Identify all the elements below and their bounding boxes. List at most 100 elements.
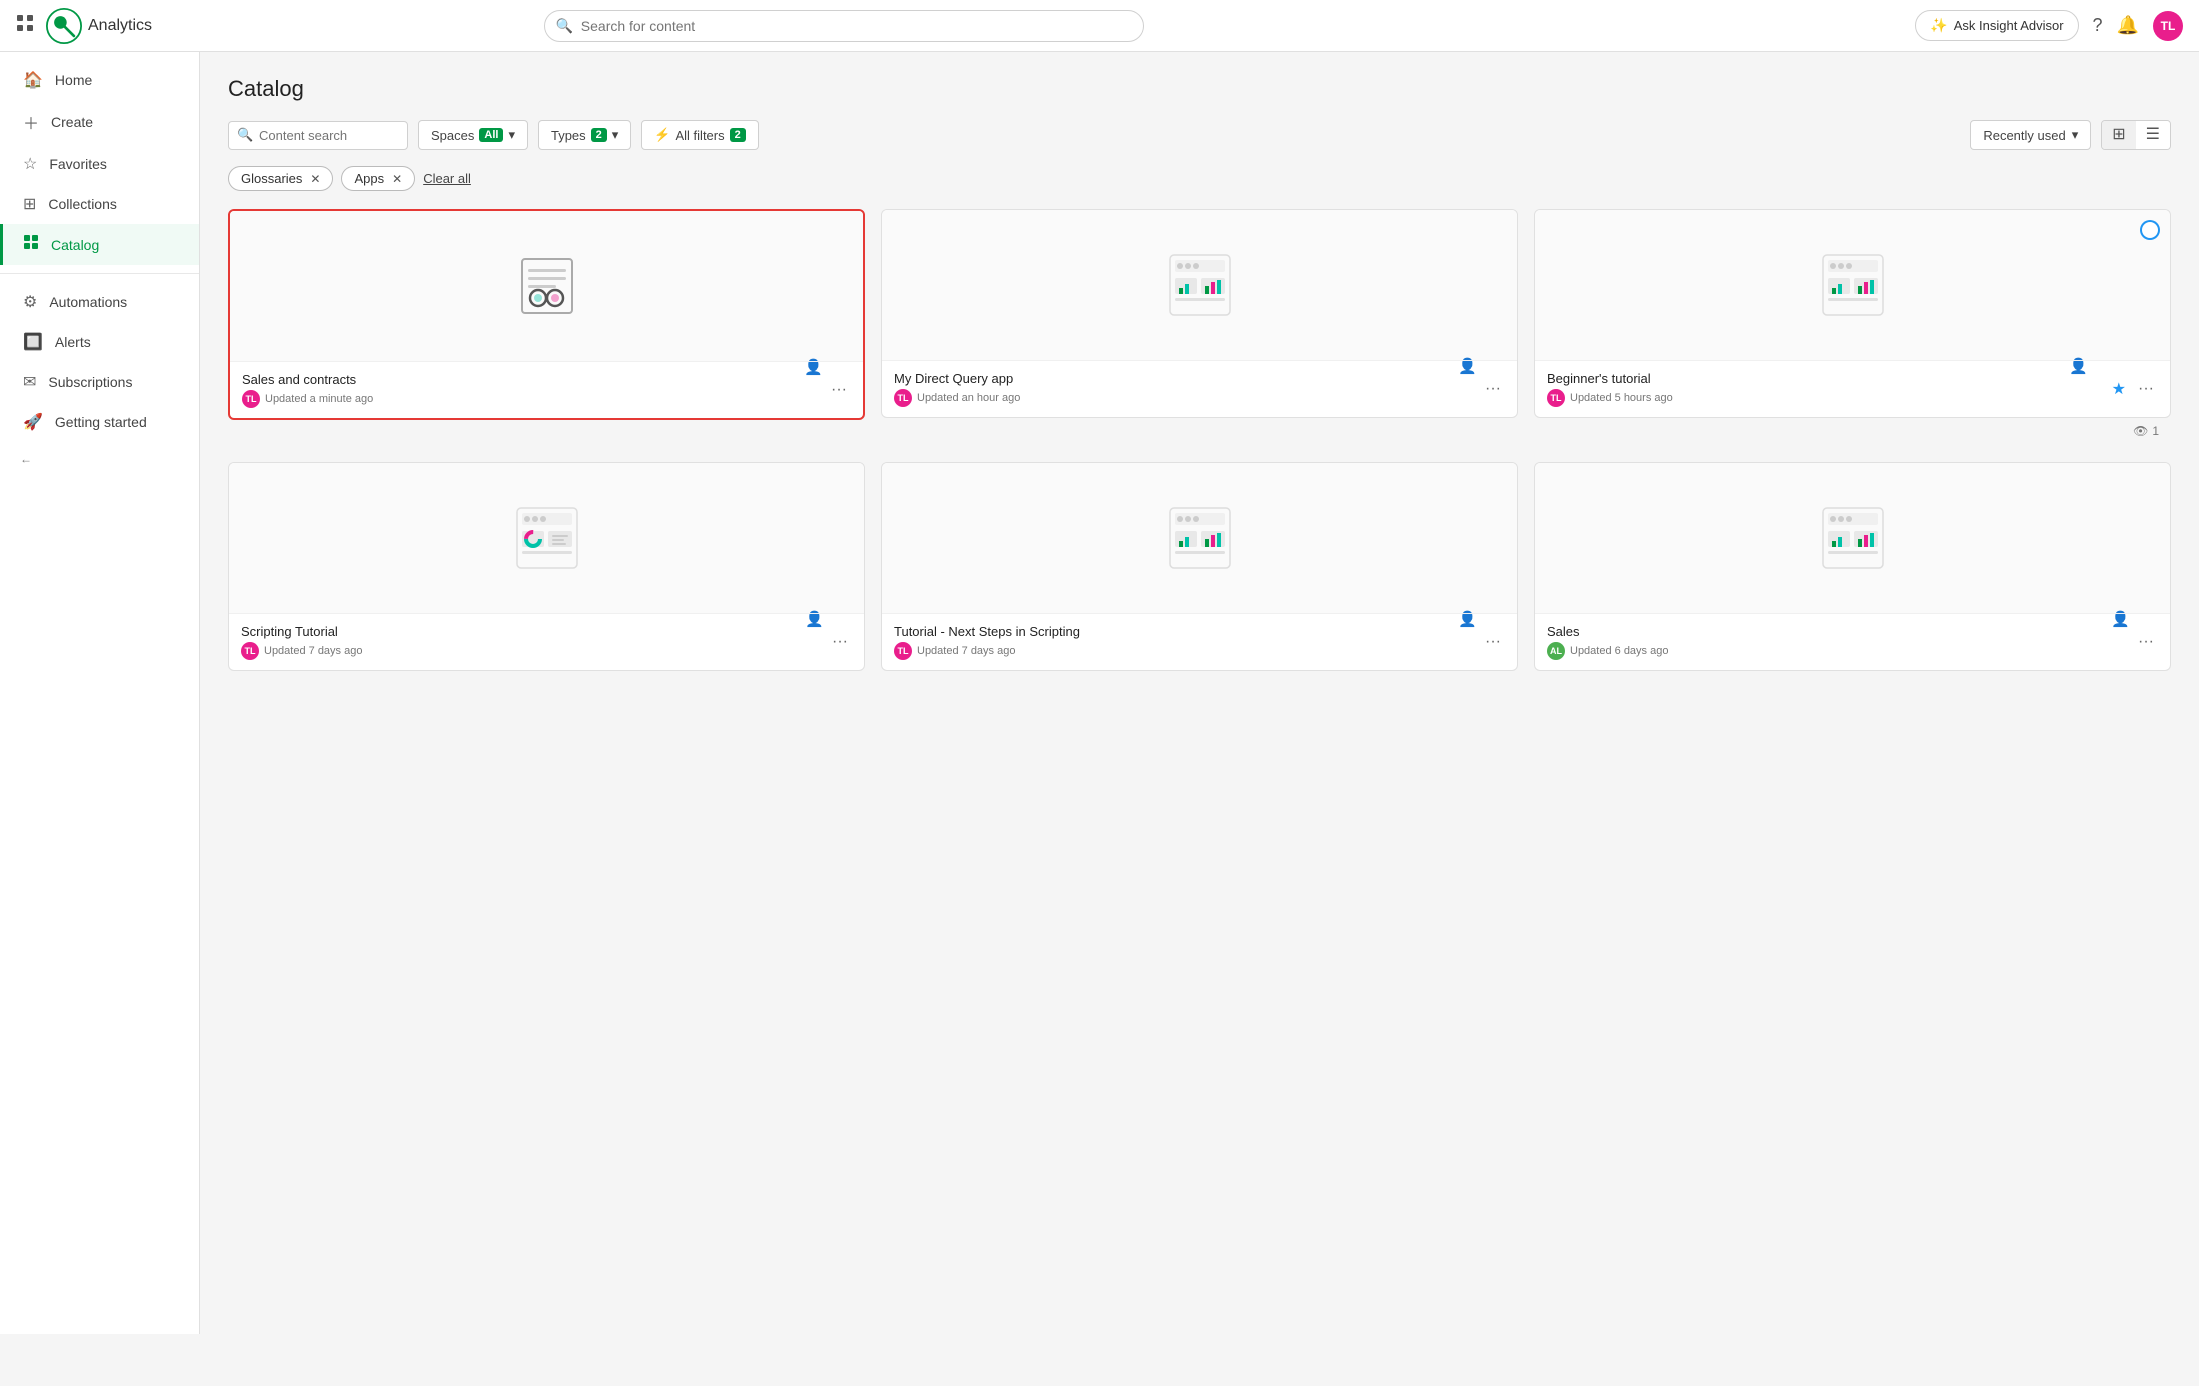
help-icon[interactable]: ? (2093, 15, 2103, 36)
filter-tag-apps-close[interactable]: ✕ (392, 172, 402, 186)
chart-icon-2 (1818, 250, 1888, 320)
sidebar-divider (0, 273, 199, 274)
card-updated-sales: Updated 6 days ago (1570, 645, 1668, 657)
views-placeholder-4 (228, 671, 865, 697)
page-title: Catalog (228, 76, 2171, 102)
notifications-icon[interactable]: 🔔 (2117, 15, 2139, 36)
sidebar-label-subscriptions: Subscriptions (48, 374, 132, 390)
filter-icon: ⚡ (654, 127, 670, 143)
card-avatar-sales: AL (1547, 642, 1565, 660)
list-view-button[interactable]: ☰ (2136, 121, 2170, 149)
insight-advisor-button[interactable]: ✨ Ask Insight Advisor (1915, 10, 2078, 41)
card-footer-my-direct-query: My Direct Query app TL Updated an hour a… (882, 360, 1517, 417)
card-updated-tutorial-next-steps: Updated 7 days ago (917, 645, 1015, 657)
sidebar-collapse-button[interactable]: ← (0, 442, 199, 476)
card-my-direct-query[interactable]: 👤 My Direct Query app TL Updated an hour… (881, 209, 1518, 418)
sidebar-item-catalog[interactable]: Catalog (0, 224, 199, 265)
spaces-filter-button[interactable]: Spaces All ▾ (418, 120, 528, 150)
card-more-button-sales-contracts[interactable]: ··· (827, 382, 851, 398)
home-icon: 🏠 (23, 70, 43, 90)
card-footer-scripting-tutorial: Scripting Tutorial TL Updated 7 days ago… (229, 613, 864, 670)
card-tutorial-next-steps[interactable]: 👤 Tutorial - Next Steps in Scripting TL … (881, 462, 1518, 671)
sidebar-item-alerts[interactable]: 🔲 Alerts (0, 322, 199, 362)
card-more-button-my-direct-query[interactable]: ··· (1481, 381, 1505, 397)
active-filters: Glossaries ✕ Apps ✕ Clear all (228, 166, 2171, 191)
views-placeholder-2 (881, 418, 1518, 444)
views-placeholder-5 (881, 671, 1518, 697)
top-nav: Analytics 🔍 ✨ Ask Insight Advisor ? 🔔 TL (0, 0, 2199, 52)
eye-icon: 👁 (2133, 424, 2148, 438)
card-image-my-direct-query (882, 210, 1517, 360)
card-with-views-4: 👤 Scripting Tutorial TL Updated 7 days a… (228, 462, 865, 697)
qlik-logo[interactable]: Analytics (46, 8, 152, 44)
card-views-beginners: 👁 1 (1534, 418, 2171, 444)
collapse-icon: ← (20, 452, 32, 466)
content-search-icon: 🔍 (237, 127, 253, 143)
card-more-button-beginners-tutorial[interactable]: ··· (2134, 381, 2158, 397)
card-updated-scripting-tutorial: Updated 7 days ago (264, 645, 362, 657)
card-updated-my-direct-query: Updated an hour ago (917, 392, 1020, 404)
all-filters-label: All filters (676, 128, 725, 143)
app-layout: 🏠 Home ＋ Create ☆ Favorites ⊞ Collection… (0, 52, 2199, 1334)
card-meta-tutorial-next-steps: TL Updated 7 days ago (894, 642, 1473, 660)
sidebar-item-favorites[interactable]: ☆ Favorites (0, 144, 199, 184)
card-title-sales-contracts: Sales and contracts (242, 372, 819, 387)
clear-all-button[interactable]: Clear all (423, 171, 471, 186)
sidebar-label-alerts: Alerts (55, 334, 91, 350)
all-filters-badge: 2 (730, 128, 746, 142)
sidebar-item-getting-started[interactable]: 🚀 Getting started (0, 402, 199, 442)
grid-view-button[interactable]: ⊞ (2102, 121, 2135, 149)
card-title-beginners-tutorial: Beginner's tutorial (1547, 371, 2104, 386)
alerts-icon: 🔲 (23, 332, 43, 352)
card-more-button-sales[interactable]: ··· (2134, 634, 2158, 650)
card-info-sales-contracts: Sales and contracts TL Updated a minute … (242, 372, 819, 408)
card-avatar-beginners-tutorial: TL (1547, 389, 1565, 407)
sort-label: Recently used (1983, 128, 2065, 143)
types-badge: 2 (591, 128, 607, 142)
star-filled-icon[interactable]: ★ (2112, 379, 2126, 399)
card-scripting-tutorial[interactable]: 👤 Scripting Tutorial TL Updated 7 days a… (228, 462, 865, 671)
card-title-tutorial-next-steps: Tutorial - Next Steps in Scripting (894, 624, 1473, 639)
card-sales-contracts[interactable]: 👤 Sales and contracts TL Updated a minut… (228, 209, 865, 420)
sidebar-item-home[interactable]: 🏠 Home (0, 60, 199, 100)
view-toggles: ⊞ ☰ (2101, 120, 2171, 150)
sidebar-label-getting-started: Getting started (55, 414, 147, 430)
card-beginners-tutorial[interactable]: 👤 Beginner's tutorial TL Updated 5 hours… (1534, 209, 2171, 418)
cards-grid: 👤 Sales and contracts TL Updated a minut… (228, 209, 2171, 697)
search-input[interactable] (544, 10, 1144, 42)
card-meta-sales: AL Updated 6 days ago (1547, 642, 2126, 660)
card-sales[interactable]: 👤 Sales AL Updated 6 days ago ··· (1534, 462, 2171, 671)
grid-menu-icon[interactable] (16, 14, 34, 37)
card-footer-tutorial-next-steps: Tutorial - Next Steps in Scripting TL Up… (882, 613, 1517, 670)
sidebar-label-automations: Automations (49, 294, 127, 310)
content-search-wrapper: 🔍 (228, 121, 408, 150)
filter-tag-glossaries-close[interactable]: ✕ (310, 172, 320, 186)
types-filter-button[interactable]: Types 2 ▾ (538, 120, 631, 150)
card-image-beginners-tutorial (1535, 210, 2170, 360)
card-blue-badge-beginners (2140, 220, 2160, 240)
card-avatar-sales-contracts: TL (242, 390, 260, 408)
card-meta-scripting-tutorial: TL Updated 7 days ago (241, 642, 820, 660)
content-search-input[interactable] (228, 121, 408, 150)
spaces-chevron-icon: ▾ (508, 127, 515, 143)
chart-icon-1 (1165, 250, 1235, 320)
card-title-scripting-tutorial: Scripting Tutorial (241, 624, 820, 639)
search-icon: 🔍 (556, 17, 573, 34)
all-filters-button[interactable]: ⚡ All filters 2 (641, 120, 758, 150)
card-with-views-5: 👤 Tutorial - Next Steps in Scripting TL … (881, 462, 1518, 697)
glossary-icon (512, 251, 582, 321)
user-avatar[interactable]: TL (2153, 11, 2183, 41)
card-title-sales: Sales (1547, 624, 2126, 639)
card-footer-sales: Sales AL Updated 6 days ago ··· (1535, 613, 2170, 670)
filter-tag-apps[interactable]: Apps ✕ (341, 166, 415, 191)
sidebar-label-favorites: Favorites (49, 156, 107, 172)
sort-dropdown[interactable]: Recently used ▾ (1970, 120, 2091, 150)
types-chevron-icon: ▾ (612, 127, 619, 143)
filter-tag-glossaries[interactable]: Glossaries ✕ (228, 166, 333, 191)
sidebar-item-subscriptions[interactable]: ✉ Subscriptions (0, 362, 199, 402)
card-more-button-scripting-tutorial[interactable]: ··· (828, 634, 852, 650)
sidebar-item-automations[interactable]: ⚙ Automations (0, 282, 199, 322)
sidebar-item-collections[interactable]: ⊞ Collections (0, 184, 199, 224)
sidebar-item-create[interactable]: ＋ Create (0, 100, 199, 144)
card-more-button-tutorial-next-steps[interactable]: ··· (1481, 634, 1505, 650)
